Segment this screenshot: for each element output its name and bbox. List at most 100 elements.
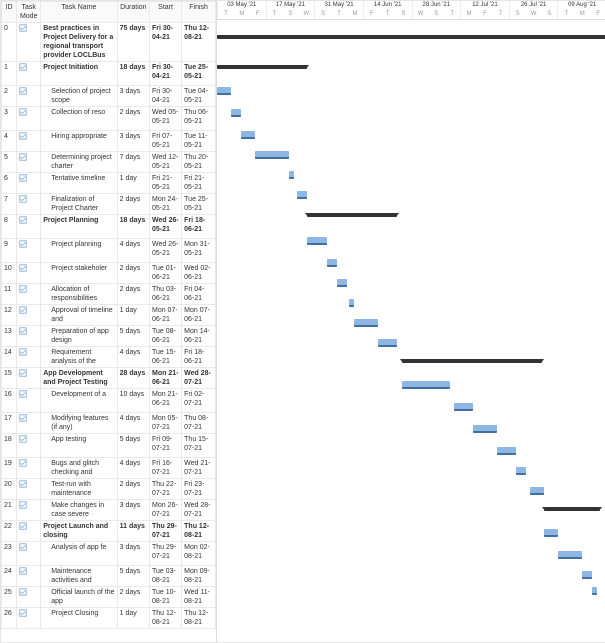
task-mode-icon: [19, 132, 27, 140]
table-row[interactable]: 14Requirement analysis of the4 daysTue 1…: [2, 347, 216, 368]
task-bar[interactable]: [582, 571, 592, 579]
cell-id: 22: [2, 521, 17, 542]
cell-dur: 3 days: [117, 86, 149, 107]
col-start[interactable]: Start: [150, 2, 182, 23]
col-name[interactable]: Task Name: [41, 2, 117, 23]
cell-id: 20: [2, 479, 17, 500]
task-bar[interactable]: [289, 171, 294, 179]
cell-id: 21: [2, 500, 17, 521]
col-finish[interactable]: Finish: [182, 2, 216, 23]
cell-id: 26: [2, 608, 17, 629]
task-bar[interactable]: [497, 447, 516, 455]
cell-name: Tentative timeline: [41, 173, 117, 194]
table-row[interactable]: 13Preparation of app design5 daysTue 08-…: [2, 326, 216, 347]
cell-name: Make changes in case severe: [41, 500, 117, 521]
cell-dur: 1 day: [117, 608, 149, 629]
cell-name: Project Launch and closing: [41, 521, 117, 542]
task-bar[interactable]: [231, 109, 241, 117]
cell-start: Tue 03-08-21: [150, 566, 182, 587]
task-bar[interactable]: [378, 339, 397, 347]
cell-dur: 2 days: [117, 107, 149, 131]
task-bar[interactable]: [349, 299, 354, 307]
summary-bar[interactable]: [402, 359, 542, 363]
summary-bar[interactable]: [307, 213, 397, 217]
task-bar[interactable]: [217, 87, 231, 95]
task-bar[interactable]: [558, 551, 582, 559]
table-row[interactable]: 12Approval of timeline and1 dayMon 07-06…: [2, 305, 216, 326]
task-mode-icon: [19, 63, 27, 71]
table-row[interactable]: 24Maintenance activities and5 daysTue 03…: [2, 566, 216, 587]
table-row[interactable]: 20Test-run with maintenance2 daysThu 22-…: [2, 479, 216, 500]
timeline-week: 28 Jun '21WST: [412, 1, 461, 19]
cell-name: Selection of project scope: [41, 86, 117, 107]
table-row[interactable]: 9Project planning4 daysWed 26-05-21Mon 3…: [2, 239, 216, 263]
cell-start: Tue 08-06-21: [150, 326, 182, 347]
table-row[interactable]: 15App Development and Project Testing28 …: [2, 368, 216, 389]
table-row[interactable]: 22Project Launch and closing11 daysThu 2…: [2, 521, 216, 542]
table-row[interactable]: 16Development of a10 daysMon 21-06-21Fri…: [2, 389, 216, 413]
table-row[interactable]: 0Best practices in Project Delivery for …: [2, 23, 216, 62]
table-row[interactable]: 8Project Planning18 daysWed 26-05-21Fri …: [2, 215, 216, 239]
summary-bar[interactable]: [217, 35, 605, 39]
task-bar[interactable]: [402, 381, 450, 389]
table-row[interactable]: 4Hiring appropriate3 daysFri 07-05-21Tue…: [2, 131, 216, 152]
table-row[interactable]: 2Selection of project scope3 daysFri 30-…: [2, 86, 216, 107]
summary-bar[interactable]: [217, 65, 307, 69]
cell-finish: Fri 02-07-21: [182, 389, 216, 413]
task-mode-icon: [19, 501, 27, 509]
cell-id: 18: [2, 434, 17, 458]
cell-finish: Thu 20-05-21: [182, 152, 216, 173]
col-mode[interactable]: Task Mode: [17, 2, 41, 23]
cell-name: App testing: [41, 434, 117, 458]
task-bar[interactable]: [544, 529, 558, 537]
cell-name: Analysis of app fe: [41, 542, 117, 566]
cell-mode: [17, 107, 41, 131]
table-row[interactable]: 11Allocation of responsibilities2 daysTh…: [2, 284, 216, 305]
table-row[interactable]: 1Project Initiation18 daysFri 30-04-21Tu…: [2, 62, 216, 86]
table-row[interactable]: 19Bugs and glitch checking and4 daysFri …: [2, 458, 216, 479]
col-id[interactable]: ID: [2, 2, 17, 23]
cell-mode: [17, 152, 41, 173]
cell-id: 17: [2, 413, 17, 434]
cell-start: Mon 07-06-21: [150, 305, 182, 326]
task-bar[interactable]: [473, 425, 497, 433]
table-row[interactable]: 18App testing5 daysFri 09-07-21Thu 15-07…: [2, 434, 216, 458]
cell-finish: Fri 04-06-21: [182, 284, 216, 305]
task-bar[interactable]: [354, 319, 378, 327]
task-bar[interactable]: [530, 487, 544, 495]
cell-id: 23: [2, 542, 17, 566]
gantt-chart: 03 May '21TMF17 May '21TSW31 May '21STM1…: [217, 1, 605, 642]
cell-start: Wed 26-05-21: [150, 215, 182, 239]
cell-dur: 3 days: [117, 500, 149, 521]
task-bar[interactable]: [307, 237, 327, 245]
task-mode-icon: [19, 24, 27, 32]
cell-id: 9: [2, 239, 17, 263]
table-row[interactable]: 21Make changes in case severe3 daysMon 2…: [2, 500, 216, 521]
task-bar[interactable]: [241, 131, 255, 139]
table-row[interactable]: 25Official launch of the app2 daysTue 10…: [2, 587, 216, 608]
table-row[interactable]: 17Modifying features (if any)4 daysMon 0…: [2, 413, 216, 434]
cell-dur: 75 days: [117, 23, 149, 62]
cell-start: Thu 12-08-21: [150, 608, 182, 629]
cell-start: Mon 24-05-21: [150, 194, 182, 215]
table-row[interactable]: 6Tentative timeline1 dayFri 21-05-21Fri …: [2, 173, 216, 194]
task-bar[interactable]: [255, 151, 289, 159]
table-row[interactable]: 26Project Closing1 dayThu 12-08-21Thu 12…: [2, 608, 216, 629]
table-row[interactable]: 10Project stakeholer2 daysTue 01-06-21We…: [2, 263, 216, 284]
task-bar[interactable]: [337, 279, 347, 287]
table-row[interactable]: 5Determining project charter7 daysWed 12…: [2, 152, 216, 173]
table-row[interactable]: 7Finalization of Project Charter2 daysMo…: [2, 194, 216, 215]
task-bar[interactable]: [454, 403, 473, 411]
gantt-window: ID Task Mode Task Name Duration Start Fi…: [0, 0, 605, 643]
summary-bar[interactable]: [544, 507, 600, 511]
cell-finish: Mon 09-08-21: [182, 566, 216, 587]
table-row[interactable]: 23Analysis of app fe3 daysThu 29-07-21Mo…: [2, 542, 216, 566]
task-bar[interactable]: [592, 587, 597, 595]
cell-finish: Thu 12-08-21: [182, 23, 216, 62]
table-row[interactable]: 3Collection of reso2 daysWed 05-05-21Thu…: [2, 107, 216, 131]
task-bar[interactable]: [516, 467, 526, 475]
col-dur[interactable]: Duration: [117, 2, 149, 23]
task-bar[interactable]: [327, 259, 337, 267]
task-mode-icon: [19, 567, 27, 575]
task-bar[interactable]: [297, 191, 307, 199]
